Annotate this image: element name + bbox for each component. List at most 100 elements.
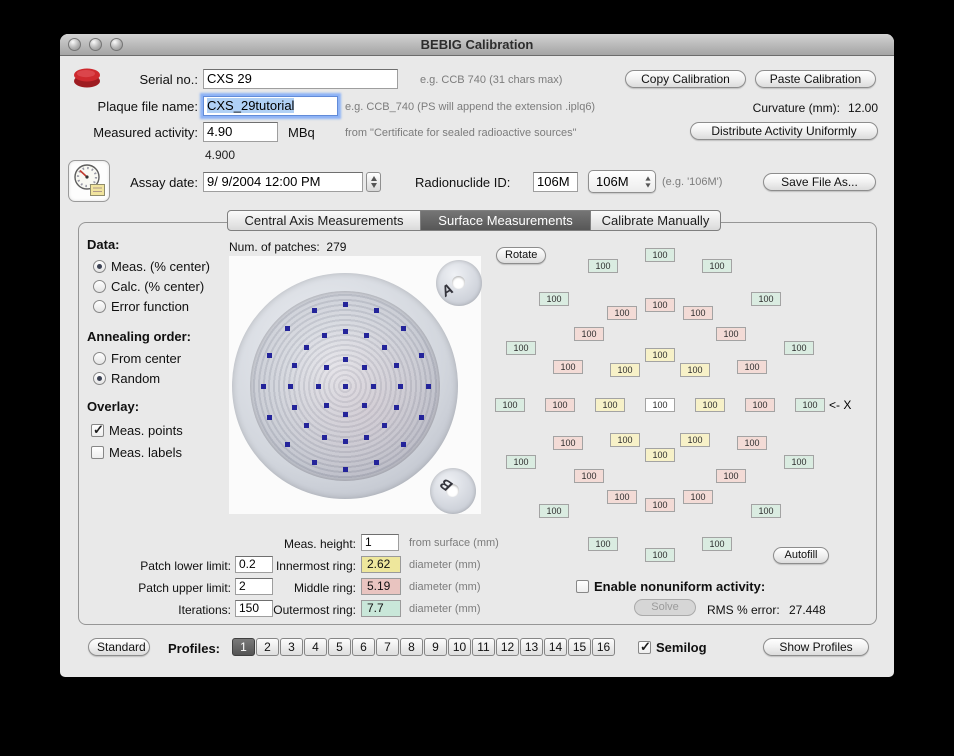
profile-button-10[interactable]: 10	[448, 638, 471, 656]
profile-button-8[interactable]: 8	[400, 638, 423, 656]
num-patches-value: 279	[326, 240, 347, 254]
patch-activity-value-middle[interactable]: 100	[545, 398, 575, 412]
patch-activity-value-inner[interactable]: 100	[695, 398, 725, 412]
patch-activity-value-outer[interactable]: 100	[645, 248, 675, 262]
profile-button-9[interactable]: 9	[424, 638, 447, 656]
patch-activity-value-outer[interactable]: 100	[702, 537, 732, 551]
patch-activity-value-center[interactable]: 100	[645, 398, 675, 412]
radio-error-function[interactable]: Error function	[93, 299, 189, 314]
measurement-point-dot	[316, 384, 321, 389]
patch-activity-value-outer[interactable]: 100	[588, 537, 618, 551]
patch-activity-value-middle[interactable]: 100	[716, 327, 746, 341]
tab-calibrate-manually[interactable]: Calibrate Manually	[591, 210, 721, 231]
profile-button-6[interactable]: 6	[352, 638, 375, 656]
patch-activity-value-inner[interactable]: 100	[680, 363, 710, 377]
middle-ring-value[interactable]: 5.19	[361, 578, 401, 595]
patch-activity-value-outer[interactable]: 100	[751, 504, 781, 518]
autofill-button[interactable]: Autofill	[773, 547, 829, 564]
patch-activity-value-outer[interactable]: 100	[784, 455, 814, 469]
iterations-input[interactable]: 150	[235, 600, 273, 617]
save-file-as-button[interactable]: Save File As...	[763, 173, 876, 191]
patch-activity-value-outer[interactable]: 100	[506, 455, 536, 469]
patch-activity-value-outer[interactable]: 100	[588, 259, 618, 273]
patch-activity-value-middle[interactable]: 100	[607, 490, 637, 504]
patch-activity-value-outer[interactable]: 100	[751, 292, 781, 306]
profile-button-15[interactable]: 15	[568, 638, 591, 656]
zoom-button[interactable]	[110, 38, 123, 51]
patch-activity-value-middle[interactable]: 100	[737, 360, 767, 374]
profile-button-13[interactable]: 13	[520, 638, 543, 656]
patch-activity-value-middle[interactable]: 100	[574, 469, 604, 483]
patch-upper-limit-input[interactable]: 2	[235, 578, 273, 595]
patch-activity-value-inner[interactable]: 100	[610, 433, 640, 447]
patch-activity-value-middle[interactable]: 100	[574, 327, 604, 341]
patch-activity-value-middle[interactable]: 100	[737, 436, 767, 450]
patch-activity-value-inner[interactable]: 100	[645, 348, 675, 362]
assay-date-stepper[interactable]	[366, 172, 381, 192]
patch-activity-value-middle[interactable]: 100	[553, 436, 583, 450]
outermost-ring-value[interactable]: 7.7	[361, 600, 401, 617]
profile-button-16[interactable]: 16	[592, 638, 615, 656]
checkbox-enable-nonuniform-activity[interactable]: Enable nonuniform activity:	[576, 579, 765, 594]
profile-button-3[interactable]: 3	[280, 638, 303, 656]
title-bar[interactable]: BEBIG Calibration	[60, 34, 894, 56]
patch-activity-value-middle[interactable]: 100	[683, 490, 713, 504]
minimize-button[interactable]	[89, 38, 102, 51]
measurement-point-dot	[288, 384, 293, 389]
patch-activity-value-middle[interactable]: 100	[645, 498, 675, 512]
patch-activity-value-middle[interactable]: 100	[716, 469, 746, 483]
profile-button-11[interactable]: 11	[472, 638, 495, 656]
patch-activity-value-outer[interactable]: 100	[645, 548, 675, 562]
innermost-ring-value[interactable]: 2.62	[361, 556, 401, 573]
plaque-file-name-input[interactable]: CXS_29tutorial	[203, 96, 338, 116]
radio-meas-percent-center[interactable]: Meas. (% center)	[93, 259, 210, 274]
profile-button-1[interactable]: 1	[232, 638, 255, 656]
patch-activity-value-outer[interactable]: 100	[784, 341, 814, 355]
radio-random[interactable]: Random	[93, 371, 160, 386]
patch-activity-value-inner[interactable]: 100	[680, 433, 710, 447]
patch-activity-value-middle[interactable]: 100	[683, 306, 713, 320]
tab-central-axis-measurements[interactable]: Central Axis Measurements	[227, 210, 421, 231]
serial-input[interactable]: CXS 29	[203, 69, 398, 89]
checkbox-semilog[interactable]: Semilog	[638, 639, 707, 655]
patch-activity-value-outer[interactable]: 100	[539, 504, 569, 518]
patch-lower-limit-input[interactable]: 0.2	[235, 556, 273, 573]
patch-activity-value-inner[interactable]: 100	[610, 363, 640, 377]
radio-from-center[interactable]: From center	[93, 351, 181, 366]
solve-button[interactable]: Solve	[634, 599, 696, 616]
radionuclide-dropdown[interactable]: 106M	[588, 170, 656, 193]
tab-surface-measurements[interactable]: Surface Measurements	[421, 210, 591, 231]
copy-calibration-button[interactable]: Copy Calibration	[625, 70, 746, 88]
assay-date-input[interactable]: 9/ 9/2004 12:00 PM	[203, 172, 363, 192]
patch-activity-value-outer[interactable]: 100	[506, 341, 536, 355]
profile-button-5[interactable]: 5	[328, 638, 351, 656]
meas-height-input[interactable]: 1	[361, 534, 399, 551]
patch-activity-value-middle[interactable]: 100	[607, 306, 637, 320]
radio-calc-percent-center[interactable]: Calc. (% center)	[93, 279, 204, 294]
show-profiles-button[interactable]: Show Profiles	[763, 638, 869, 656]
paste-calibration-button[interactable]: Paste Calibration	[755, 70, 876, 88]
standard-button[interactable]: Standard	[88, 638, 150, 656]
patch-activity-value-middle[interactable]: 100	[553, 360, 583, 374]
patch-activity-value-middle[interactable]: 100	[645, 298, 675, 312]
profile-button-12[interactable]: 12	[496, 638, 519, 656]
measured-activity-input[interactable]: 4.90	[203, 122, 278, 142]
distribute-activity-button[interactable]: Distribute Activity Uniformly	[690, 122, 878, 140]
checkbox-meas-points[interactable]: Meas. points	[91, 422, 183, 438]
profile-button-2[interactable]: 2	[256, 638, 279, 656]
patch-activity-value-outer[interactable]: 100	[495, 398, 525, 412]
close-button[interactable]	[68, 38, 81, 51]
profile-button-4[interactable]: 4	[304, 638, 327, 656]
patch-activity-value-outer[interactable]: 100	[539, 292, 569, 306]
patch-activity-value-outer[interactable]: 100	[795, 398, 825, 412]
checkbox-meas-labels[interactable]: Meas. labels	[91, 445, 182, 460]
radionuclide-id-input[interactable]: 106M	[533, 172, 578, 192]
profile-button-7[interactable]: 7	[376, 638, 399, 656]
radionuclide-dropdown-value: 106M	[596, 174, 629, 189]
measurement-point-dot	[343, 467, 348, 472]
patch-activity-value-inner[interactable]: 100	[595, 398, 625, 412]
patch-activity-value-inner[interactable]: 100	[645, 448, 675, 462]
patch-activity-value-outer[interactable]: 100	[702, 259, 732, 273]
patch-activity-value-middle[interactable]: 100	[745, 398, 775, 412]
profile-button-14[interactable]: 14	[544, 638, 567, 656]
